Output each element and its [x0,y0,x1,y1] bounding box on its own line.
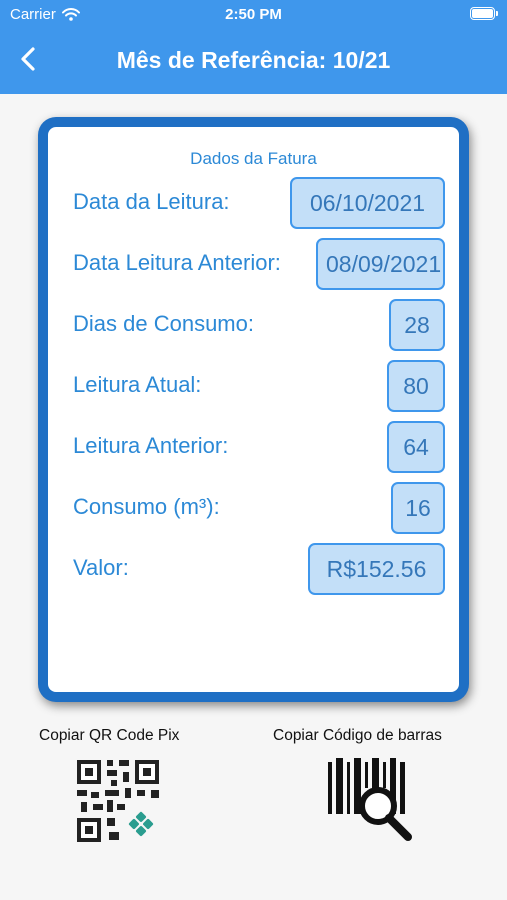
previous-reading-field: 64 [387,421,445,473]
reading-date-field: 06/10/2021 [290,177,445,229]
previous-reading-date-label: Data Leitura Anterior: [73,250,281,275]
consumption-field: 16 [391,482,445,534]
amount-field: R$152.56 [308,543,445,595]
consumption-label: Consumo (m³): [73,494,220,519]
qr-code-icon [77,760,159,842]
battery-icon [470,7,498,20]
consumption-days-field: 28 [389,299,445,351]
copy-barcode-button[interactable] [326,756,416,846]
card-title: Dados da Fatura [190,149,317,168]
invoice-card: Dados da Fatura Data da Leitura: 06/10/2… [38,117,469,702]
status-time: 2:50 PM [225,6,282,23]
copy-qr-label: Copiar QR Code Pix [39,727,180,744]
reading-date-label: Data da Leitura: [73,189,230,214]
status-bar: Carrier 2:50 PM [0,0,507,30]
previous-reading-date-field: 08/09/2021 [316,238,445,290]
page-title: Mês de Referência: 10/21 [116,47,391,73]
previous-reading-label: Leitura Anterior: [73,433,229,458]
invoice-card-body: Dados da Fatura Data da Leitura: 06/10/2… [48,127,459,692]
current-reading-field: 80 [387,360,445,412]
barcode-search-icon [328,758,412,841]
consumption-days-label: Dias de Consumo: [73,311,254,336]
nav-bar: Carrier 2:50 PM Mês de Referência: 10/21 [0,0,507,94]
copy-qr-code-button[interactable] [75,758,161,844]
amount-label: Valor: [73,555,129,580]
current-reading-label: Leitura Atual: [73,372,202,397]
copy-barcode-label: Copiar Código de barras [273,727,442,744]
